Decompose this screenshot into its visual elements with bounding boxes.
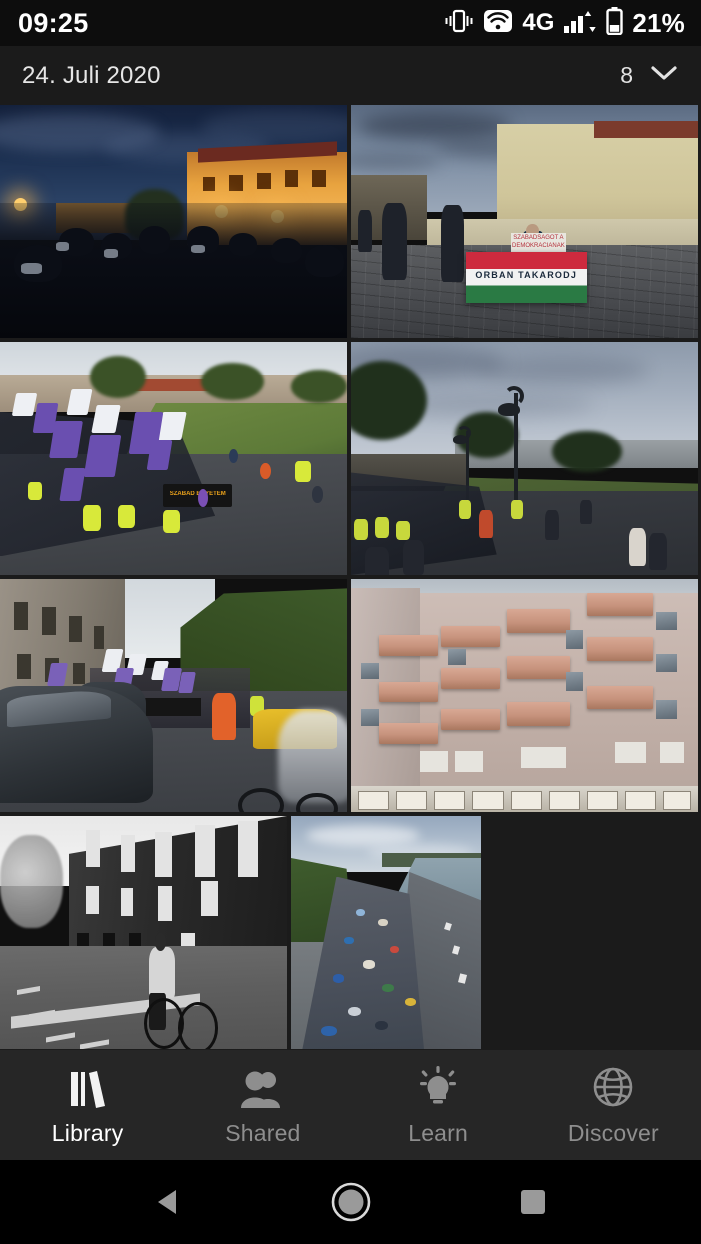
network-type-label: 4G [522, 9, 555, 36]
grid-row [0, 816, 701, 1049]
photo-8-image [291, 816, 481, 1049]
recents-square-icon[interactable] [516, 1185, 550, 1219]
status-icons: 4G 21% [444, 6, 685, 40]
nav-tab-shared[interactable]: Shared [175, 1064, 350, 1147]
grid-row [0, 579, 701, 812]
photo-thumbnail[interactable] [0, 816, 287, 1049]
photo-6-image [351, 579, 698, 812]
grid-row: SZABAD EGYETEM [0, 342, 701, 575]
photo-7-image [0, 816, 287, 1049]
grid-row: SZABADSAGOT A DEMOKRACIANAK ORBAN TAKARO… [0, 105, 701, 338]
date-header[interactable]: 24. Juli 2020 8 [0, 46, 701, 105]
nav-tab-library-label: Library [51, 1119, 124, 1146]
photo-5-image [0, 579, 347, 812]
lightbulb-icon [415, 1064, 461, 1110]
photo-thumbnail[interactable]: SZABADSAGOT A DEMOKRACIANAK ORBAN TAKARO… [351, 105, 698, 338]
vibrate-icon [444, 8, 474, 39]
nav-tab-learn[interactable]: Learn [351, 1064, 526, 1147]
photo-thumbnail[interactable]: SZABAD EGYETEM [0, 342, 347, 575]
photo-4-image [351, 342, 698, 575]
photo-2-flag-text: ORBAN TAKARODJ [475, 270, 578, 281]
photo-2-sign-text: SZABADSAGOT A DEMOKRACIANAK [512, 235, 565, 249]
battery-icon [606, 6, 624, 40]
photo-count-label: 8 [620, 62, 633, 88]
nav-tab-shared-label: Shared [225, 1119, 301, 1146]
photo-thumbnail[interactable] [0, 579, 347, 812]
date-label: 24. Juli 2020 [22, 61, 161, 89]
nav-tab-discover[interactable]: Discover [526, 1064, 701, 1147]
photo-thumbnail[interactable] [351, 342, 698, 575]
photo-thumbnail[interactable] [291, 816, 481, 1049]
wifi-icon [483, 8, 513, 39]
bicycle-shape [236, 747, 340, 812]
photo-3-image: SZABAD EGYETEM [0, 342, 347, 575]
photo-1-image [0, 105, 347, 338]
photo-thumbnail[interactable] [0, 105, 347, 338]
chevron-down-icon[interactable] [649, 63, 679, 88]
battery-percent-label: 21% [632, 7, 685, 38]
books-icon [66, 1064, 110, 1110]
date-header-right: 8 [620, 62, 679, 89]
globe-icon [590, 1064, 636, 1110]
bottom-navigation: Library Shared Learn Discover [0, 1050, 701, 1160]
nav-tab-library[interactable]: Library [0, 1064, 175, 1147]
status-bar: 09:25 4G 21% [0, 0, 701, 46]
photo-thumbnail[interactable] [351, 579, 698, 812]
status-clock: 09:25 [18, 7, 89, 38]
nav-tab-learn-label: Learn [408, 1119, 469, 1146]
back-triangle-icon[interactable] [151, 1184, 187, 1220]
signal-bars-icon [563, 8, 597, 39]
phone-screen: 09:25 4G 21% 24. Juli 2020 8 SZABADSAGOT… [0, 0, 701, 1244]
home-circle-icon[interactable] [328, 1179, 374, 1225]
nav-tab-discover-label: Discover [567, 1119, 659, 1146]
system-navigation-bar [0, 1160, 701, 1244]
photo-2-image: SZABADSAGOT A DEMOKRACIANAK ORBAN TAKARO… [351, 105, 698, 338]
photo-grid[interactable]: SZABADSAGOT A DEMOKRACIANAK ORBAN TAKARO… [0, 105, 701, 1050]
people-icon [238, 1064, 288, 1110]
